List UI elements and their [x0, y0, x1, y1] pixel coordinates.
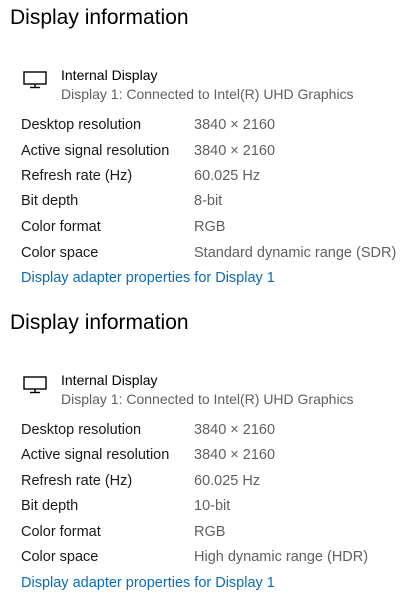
row-value: 60.025 Hz: [194, 473, 261, 489]
row-value: 60.025 Hz: [194, 168, 261, 184]
row-label: Color format: [21, 219, 101, 235]
display-name: Internal Display: [61, 67, 158, 83]
monitor-icon: [23, 376, 47, 394]
row-label: Desktop resolution: [21, 117, 142, 133]
row-label: Active signal resolution: [21, 143, 170, 159]
row-label: Desktop resolution: [21, 422, 142, 438]
row-value: 10-bit: [194, 498, 231, 514]
row-label: Refresh rate (Hz): [21, 473, 133, 489]
row-label: Bit depth: [21, 193, 79, 209]
row-label: Active signal resolution: [21, 447, 170, 463]
display-name: Internal Display: [61, 372, 158, 388]
display-subtitle: Display 1: Connected to Intel(R) UHD Gra…: [61, 391, 354, 407]
row-value: 8-bit: [194, 193, 223, 209]
info-row-color-space: Color space Standard dynamic range (SDR): [21, 245, 396, 265]
monitor-icon: [23, 71, 47, 89]
display-adapter-properties-link[interactable]: Display adapter properties for Display 1: [21, 575, 275, 591]
info-row-color-format: Color format RGB: [21, 219, 391, 239]
row-value: RGB: [194, 524, 226, 540]
row-label: Color space: [21, 549, 99, 565]
display-adapter-properties-link[interactable]: Display adapter properties for Display 1: [21, 270, 275, 286]
row-value: 3840 × 2160: [194, 117, 276, 133]
row-value: 3840 × 2160: [194, 143, 276, 159]
info-row-color-format: Color format RGB: [21, 524, 391, 544]
info-row-bit-depth: Bit depth 8-bit: [21, 193, 391, 213]
section-heading: Display information: [10, 6, 189, 29]
info-row-desktop-resolution: Desktop resolution 3840 × 2160: [21, 117, 391, 137]
info-row-active-signal-resolution: Active signal resolution 3840 × 2160: [21, 143, 391, 163]
info-row-refresh-rate: Refresh rate (Hz) 60.025 Hz: [21, 168, 391, 188]
info-row-color-space: Color space High dynamic range (HDR): [21, 549, 391, 569]
row-label: Color format: [21, 524, 101, 540]
section-heading: Display information: [10, 311, 189, 334]
info-row-active-signal-resolution: Active signal resolution 3840 × 2160: [21, 447, 391, 467]
row-label: Bit depth: [21, 498, 79, 514]
row-value: 3840 × 2160: [194, 422, 276, 438]
row-label: Color space: [21, 245, 99, 261]
info-row-desktop-resolution: Desktop resolution 3840 × 2160: [21, 422, 391, 442]
row-value: High dynamic range (HDR): [194, 549, 369, 565]
row-value: RGB: [194, 219, 226, 235]
row-value: 3840 × 2160: [194, 447, 276, 463]
info-row-bit-depth: Bit depth 10-bit: [21, 498, 391, 518]
info-row-refresh-rate: Refresh rate (Hz) 60.025 Hz: [21, 473, 391, 493]
display-subtitle: Display 1: Connected to Intel(R) UHD Gra…: [61, 86, 354, 102]
row-label: Refresh rate (Hz): [21, 168, 133, 184]
row-value: Standard dynamic range (SDR): [194, 245, 397, 261]
